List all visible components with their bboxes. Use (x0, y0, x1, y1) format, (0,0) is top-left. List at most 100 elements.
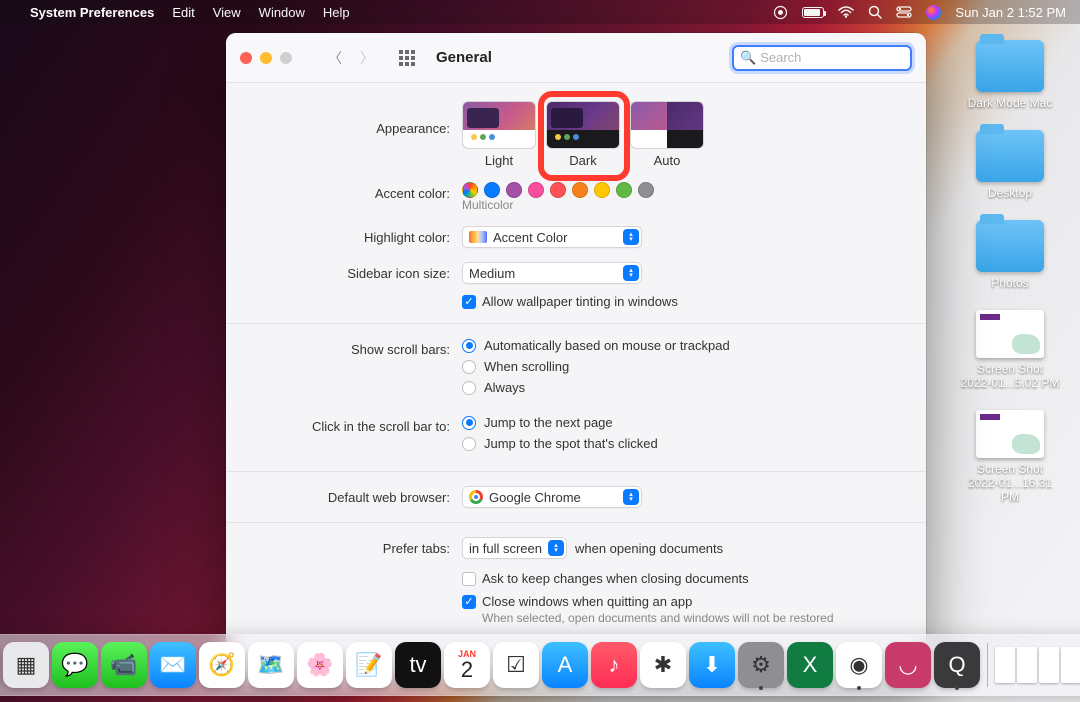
click-jumpspot-radio[interactable] (462, 437, 476, 451)
dock: 🙂▦💬📹✉️🧭🗺️🌸📝tvJAN2☑︎A♪✱⬇︎⚙︎X◉◡Q (0, 634, 1080, 696)
close-windows-label: Close windows when quitting an app (482, 594, 692, 609)
dock-app-chrome[interactable]: ◉ (836, 642, 882, 688)
appearance-dark[interactable]: Dark (546, 101, 620, 168)
wifi-icon[interactable] (838, 6, 854, 18)
dock-separator (987, 643, 988, 687)
accent-graphite[interactable] (638, 182, 654, 198)
menu-window[interactable]: Window (259, 5, 305, 20)
chevron-updown-icon: ▴▾ (623, 229, 639, 245)
search-icon: 🔍 (740, 50, 756, 66)
menubar: System Preferences Edit View Window Help… (0, 0, 1080, 24)
system-preferences-window: 〈 〉 General 🔍 Appearance: Light Dark (226, 33, 926, 678)
window-titlebar[interactable]: 〈 〉 General 🔍 (226, 33, 926, 83)
dock-app-messages[interactable]: 💬 (52, 642, 98, 688)
dock-app-launchpad[interactable]: ▦ (3, 642, 49, 688)
scroll-whenscrolling-radio[interactable] (462, 360, 476, 374)
forward-button[interactable]: 〉 (356, 47, 378, 69)
menu-view[interactable]: View (213, 5, 241, 20)
dock-app-reminders[interactable]: ☑︎ (493, 642, 539, 688)
tabs-suffix: when opening documents (575, 541, 723, 556)
dock-app-appstore[interactable]: A (542, 642, 588, 688)
dock-app-mail[interactable]: ✉️ (150, 642, 196, 688)
click-scrollbar-label: Click in the scroll bar to: (262, 415, 462, 434)
menu-edit[interactable]: Edit (172, 5, 194, 20)
ask-keep-checkbox[interactable] (462, 572, 476, 586)
browser-select[interactable]: Google Chrome ▴▾ (462, 486, 642, 508)
accent-purple[interactable] (506, 182, 522, 198)
highlight-label: Highlight color: (262, 226, 462, 245)
menu-help[interactable]: Help (323, 5, 350, 20)
desktop-folder[interactable]: Dark Mode Mac (968, 40, 1053, 110)
scrollbars-label: Show scroll bars: (262, 338, 462, 357)
sidebar-size-select[interactable]: Medium ▴▾ (462, 262, 642, 284)
dock-app-facetime[interactable]: 📹 (101, 642, 147, 688)
dock-app-appletv[interactable]: tv (395, 642, 441, 688)
accent-swatches (462, 182, 890, 198)
accent-sublabel: Multicolor (462, 198, 890, 212)
zoom-button[interactable] (280, 52, 292, 64)
dock-app-slack[interactable]: ✱ (640, 642, 686, 688)
accent-green[interactable] (616, 182, 632, 198)
siri-icon[interactable] (926, 5, 941, 20)
dock-app-excel[interactable]: X (787, 642, 833, 688)
control-center-icon[interactable] (896, 6, 912, 18)
wallpaper-tinting-checkbox[interactable]: ✓ (462, 295, 476, 309)
dock-app-other1[interactable]: ◡ (885, 642, 931, 688)
dock-app-calendar[interactable]: JAN2 (444, 642, 490, 688)
back-button[interactable]: 〈 (324, 47, 346, 69)
app-menu[interactable]: System Preferences (30, 5, 154, 20)
appearance-label: Appearance: (262, 101, 462, 136)
dock-minimized-windows[interactable] (995, 647, 1080, 683)
accent-pink[interactable] (528, 182, 544, 198)
wallpaper-tinting-label: Allow wallpaper tinting in windows (482, 294, 678, 309)
dock-app-photos[interactable]: 🌸 (297, 642, 343, 688)
click-nextpage-radio[interactable] (462, 416, 476, 430)
close-button[interactable] (240, 52, 252, 64)
close-windows-note: When selected, open documents and window… (482, 611, 890, 625)
dock-app-music[interactable]: ♪ (591, 642, 637, 688)
window-title: General (436, 49, 492, 66)
accent-multicolor[interactable] (462, 182, 478, 198)
desktop-folder[interactable]: Desktop (976, 130, 1044, 200)
desktop-folder[interactable]: Photos (976, 220, 1044, 290)
appearance-light[interactable]: Light (462, 101, 536, 168)
search-field[interactable]: 🔍 (732, 45, 912, 71)
appearance-auto[interactable]: Auto (630, 101, 704, 168)
dock-app-safari[interactable]: 🧭 (199, 642, 245, 688)
accent-orange[interactable] (572, 182, 588, 198)
scroll-always-radio[interactable] (462, 381, 476, 395)
highlight-swatch-icon (469, 231, 487, 243)
chevron-updown-icon: ▴▾ (623, 265, 639, 281)
browser-label: Default web browser: (262, 486, 462, 505)
accent-blue[interactable] (484, 182, 500, 198)
sidebar-size-label: Sidebar icon size: (262, 262, 462, 281)
chevron-updown-icon: ▴▾ (623, 489, 639, 505)
show-all-button[interactable] (396, 47, 418, 69)
screen-record-icon[interactable] (773, 5, 788, 20)
highlight-select[interactable]: Accent Color ▴▾ (462, 226, 642, 248)
dock-app-notes[interactable]: 📝 (346, 642, 392, 688)
search-input[interactable] (760, 50, 904, 65)
menubar-clock[interactable]: Sun Jan 2 1:52 PM (955, 5, 1066, 20)
desktop-icons: Dark Mode Mac Desktop Photos Screen Shot… (960, 40, 1060, 504)
desktop-screenshot[interactable]: Screen Shot 2022-01...16.31 PM (960, 410, 1060, 504)
desktop-screenshot[interactable]: Screen Shot 2022-01...5.02 PM (960, 310, 1060, 390)
spotlight-icon[interactable] (868, 5, 882, 19)
accent-label: Accent color: (262, 182, 462, 201)
traffic-lights (240, 52, 292, 64)
ask-keep-label: Ask to keep changes when closing documen… (482, 571, 749, 586)
minimize-button[interactable] (260, 52, 272, 64)
accent-red[interactable] (550, 182, 566, 198)
dock-app-quicktime[interactable]: Q (934, 642, 980, 688)
accent-yellow[interactable] (594, 182, 610, 198)
tabs-select[interactable]: in full screen ▴▾ (462, 537, 567, 559)
dock-app-maps[interactable]: 🗺️ (248, 642, 294, 688)
tabs-label: Prefer tabs: (262, 537, 462, 556)
scroll-auto-radio[interactable] (462, 339, 476, 353)
chrome-icon (469, 490, 483, 504)
dock-app-appstore2[interactable]: ⬇︎ (689, 642, 735, 688)
preferences-content: Appearance: Light Dark Auto (226, 83, 926, 678)
close-windows-checkbox[interactable]: ✓ (462, 595, 476, 609)
battery-icon[interactable] (802, 7, 824, 18)
dock-app-sysprefs[interactable]: ⚙︎ (738, 642, 784, 688)
